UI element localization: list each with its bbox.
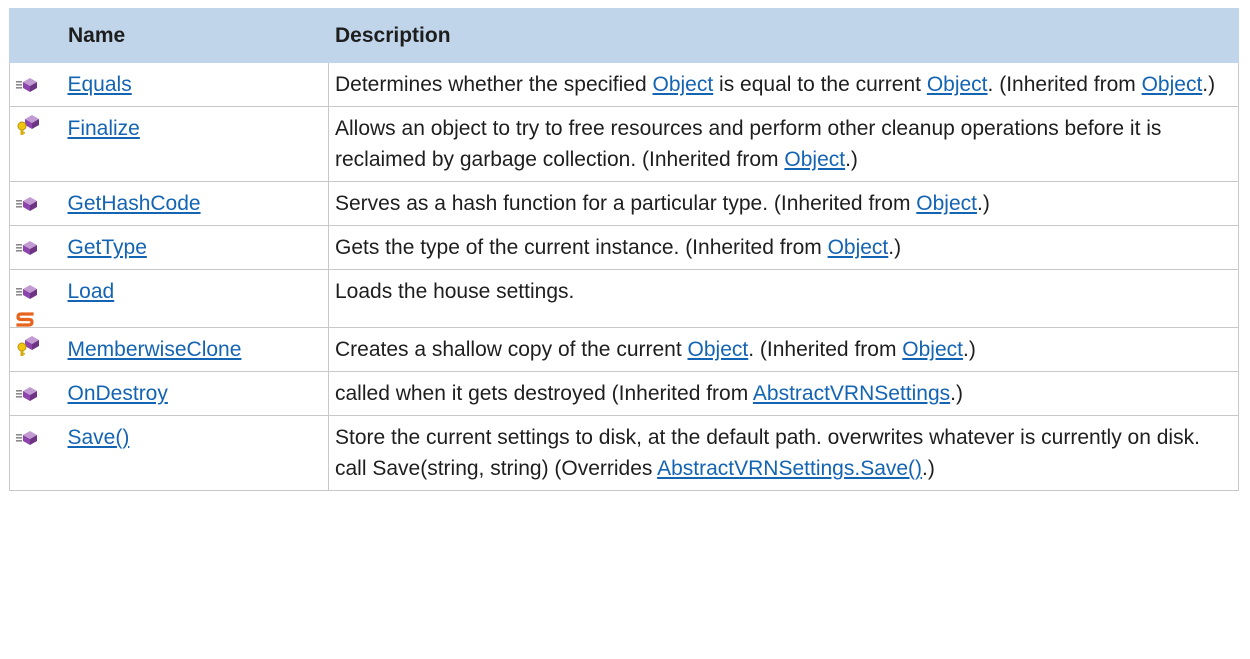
member-name-link[interactable]: Load: [68, 280, 115, 303]
table-row: Finalize Allows an object to try to free …: [9, 106, 1239, 182]
description-text: called when it gets destroyed (Inherited…: [335, 382, 753, 405]
member-name-cell: MemberwiseClone: [61, 327, 329, 372]
type-link[interactable]: Object: [927, 73, 988, 96]
member-name-link[interactable]: OnDestroy: [68, 382, 168, 405]
description-text: .): [845, 148, 858, 171]
description-text: . (Inherited from: [748, 338, 903, 361]
member-name-cell: Save(): [61, 415, 329, 491]
description-text: Serves as a hash function for a particul…: [335, 192, 917, 215]
member-description-cell: Loads the house settings.: [328, 269, 1239, 328]
type-link[interactable]: Object: [916, 192, 977, 215]
description-text: .): [1202, 73, 1216, 96]
type-link[interactable]: Object: [902, 338, 963, 361]
table-row: MemberwiseClone Creates a shallow copy of…: [9, 327, 1239, 372]
member-description-cell: Determines whether the specified Object …: [328, 62, 1239, 107]
description-text: .): [950, 382, 963, 405]
description-text: Creates a shallow copy of the current: [335, 338, 688, 361]
member-icon-cell: [9, 269, 62, 328]
name-column-header: Name: [61, 8, 329, 63]
member-icon-cell: [9, 371, 62, 416]
member-name-link[interactable]: Save(): [68, 426, 130, 449]
members-table-container: Name Description Equals Determines whethe…: [9, 8, 1239, 491]
description-text: . (Inherited from: [987, 73, 1142, 96]
member-name-cell: OnDestroy: [61, 371, 329, 416]
description-text: .): [922, 457, 935, 480]
member-description-cell: Gets the type of the current instance. (…: [328, 225, 1239, 270]
member-name-link[interactable]: Equals: [68, 73, 132, 96]
public-method-icon: [16, 428, 38, 446]
protected-method-icon: [16, 115, 42, 137]
member-icon-cell: [9, 415, 62, 491]
description-text: Loads the house settings.: [335, 280, 575, 303]
member-icon-cell: [9, 327, 62, 372]
icon-column-header: [9, 8, 62, 63]
public-method-icon: [16, 282, 38, 300]
member-name-cell: Equals: [61, 62, 329, 107]
description-text: Determines whether the specified: [335, 73, 653, 96]
member-icon-cell: [9, 106, 62, 182]
member-description-cell: Store the current settings to disk, at t…: [328, 415, 1239, 491]
type-link[interactable]: Object: [653, 73, 714, 96]
member-icon-cell: [9, 225, 62, 270]
table-header-row: Name Description: [9, 8, 1239, 63]
member-name-cell: Load: [61, 269, 329, 328]
member-name-cell: GetType: [61, 225, 329, 270]
table-row: GetHashCode Serves as a hash function for…: [9, 181, 1239, 226]
member-name-link[interactable]: Finalize: [68, 117, 140, 140]
public-method-icon: [16, 238, 38, 256]
member-description-cell: Creates a shallow copy of the current Ob…: [328, 327, 1239, 372]
member-name-link[interactable]: MemberwiseClone: [68, 338, 242, 361]
description-text: Gets the type of the current instance. (…: [335, 236, 828, 259]
table-row: GetType Gets the type of the current inst…: [9, 225, 1239, 270]
member-name-link[interactable]: GetType: [68, 236, 147, 259]
description-text: .): [888, 236, 902, 259]
type-link[interactable]: AbstractVRNSettings.Save(): [657, 457, 922, 480]
member-description-cell: Allows an object to try to free resource…: [328, 106, 1239, 182]
type-link[interactable]: Object: [1142, 73, 1203, 96]
public-method-icon: [16, 75, 38, 93]
type-link[interactable]: Object: [828, 236, 889, 259]
table-body: Equals Determines whether the specified O…: [9, 62, 1239, 491]
type-link[interactable]: Object: [688, 338, 749, 361]
type-link[interactable]: AbstractVRNSettings: [753, 382, 950, 405]
public-method-icon: [16, 384, 38, 402]
description-text: is equal to the current: [713, 73, 927, 96]
methods-table: Name Description Equals Determines whethe…: [9, 8, 1239, 491]
type-link[interactable]: Object: [784, 148, 845, 171]
description-text: .): [977, 192, 990, 215]
table-row: Equals Determines whether the specified O…: [9, 62, 1239, 107]
member-icon-cell: [9, 181, 62, 226]
description-text: .): [962, 338, 976, 361]
member-description-cell: called when it gets destroyed (Inherited…: [328, 371, 1239, 416]
member-name-link[interactable]: GetHashCode: [68, 192, 201, 215]
description-text: Allows an object to try to free resource…: [335, 117, 1162, 171]
table-row: Save() Store the current settings to disk…: [9, 415, 1239, 491]
member-icon-cell: [9, 62, 62, 107]
public-method-icon: [16, 194, 38, 212]
protected-method-icon: [16, 336, 42, 358]
member-name-cell: Finalize: [61, 106, 329, 182]
table-row: Load Loads the house settings.: [9, 269, 1239, 328]
description-column-header: Description: [328, 8, 1239, 63]
member-name-cell: GetHashCode: [61, 181, 329, 226]
static-member-icon: [16, 311, 62, 327]
member-description-cell: Serves as a hash function for a particul…: [328, 181, 1239, 226]
table-row: OnDestroy called when it gets destroyed (…: [9, 371, 1239, 416]
